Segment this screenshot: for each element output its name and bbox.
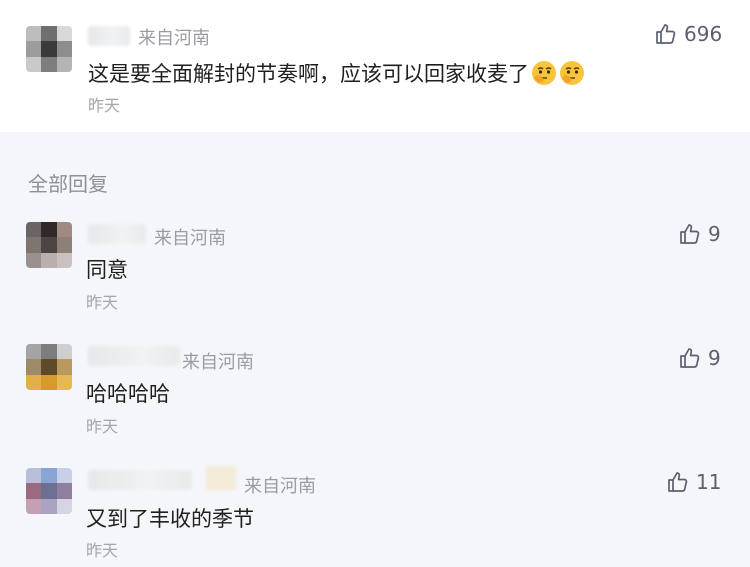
- like-count: 11: [696, 470, 722, 494]
- thumbs-up-icon: [668, 472, 688, 492]
- all-replies-heading: 全部回复: [28, 172, 108, 196]
- thumbs-up-icon: [680, 348, 700, 368]
- like-button[interactable]: 696: [654, 22, 722, 46]
- timestamp: 昨天: [88, 96, 121, 115]
- username-blurred[interactable]: [88, 470, 192, 490]
- timestamp: 昨天: [86, 293, 119, 312]
- like-count: 9: [708, 346, 721, 370]
- avatar[interactable]: [26, 222, 72, 268]
- reply-text: 同意: [86, 258, 128, 282]
- username-blurred[interactable]: [88, 26, 130, 46]
- comment-text-content: 这是要全面解封的节奏啊，应该可以回家收麦了: [88, 62, 529, 86]
- thinking-face-emoji: [532, 61, 556, 85]
- username-blurred[interactable]: [88, 224, 146, 244]
- comment-text: 这是要全面解封的节奏啊，应该可以回家收麦了: [88, 58, 585, 88]
- username-blurred[interactable]: [88, 346, 180, 366]
- location-label: 来自河南: [244, 476, 316, 497]
- username-blurred-badge: [206, 466, 236, 490]
- location-label: 来自河南: [182, 352, 254, 373]
- main-comment: 来自河南 这是要全面解封的节奏啊，应该可以回家收麦了 昨天 696: [0, 0, 750, 132]
- like-count: 696: [684, 22, 723, 46]
- avatar[interactable]: [26, 26, 72, 72]
- location-label: 来自河南: [154, 228, 226, 249]
- thumbs-up-icon: [656, 24, 676, 44]
- like-button[interactable]: 9: [678, 346, 721, 370]
- like-count: 9: [708, 222, 721, 246]
- thumbs-up-icon: [680, 224, 700, 244]
- timestamp: 昨天: [86, 541, 119, 560]
- reply-text: 又到了丰收的季节: [86, 507, 254, 531]
- location-label: 来自河南: [138, 28, 210, 49]
- like-button[interactable]: 9: [678, 222, 721, 246]
- reply-text: 哈哈哈哈: [86, 382, 170, 406]
- timestamp: 昨天: [86, 417, 119, 436]
- like-button[interactable]: 11: [666, 470, 721, 494]
- avatar[interactable]: [26, 468, 72, 514]
- thinking-face-emoji: [560, 61, 584, 85]
- avatar[interactable]: [26, 344, 72, 390]
